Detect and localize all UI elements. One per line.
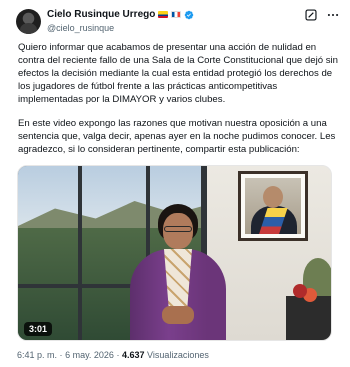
flowers	[293, 284, 307, 298]
video-duration-badge: 3:01	[24, 322, 53, 336]
tweet-date[interactable]: 6 may. 2026	[65, 350, 114, 360]
plant	[303, 258, 331, 300]
avatar[interactable]	[16, 9, 41, 34]
tweet-text-paragraph-2: En este video expongo las razones que mo…	[18, 118, 336, 156]
verified-badge-icon	[185, 10, 194, 19]
views-label: Visualizaciones	[147, 350, 209, 360]
views-count: 4.637	[121, 350, 145, 360]
grok-icon[interactable]	[304, 8, 318, 22]
speaker-hands	[162, 306, 194, 324]
meta-separator: ·	[116, 350, 120, 360]
video-player[interactable]	[17, 165, 332, 341]
colombia-flag-icon	[158, 11, 169, 18]
tweet-card: Cielo Rusinque Urrego @cielo_rusinque Qu…	[0, 0, 350, 367]
window-frame	[78, 166, 82, 340]
author-name[interactable]: Cielo Rusinque Urrego	[47, 9, 155, 20]
tweet-meta: 6:41 p. m. · 6 may. 2026 · 4.637 Visuali…	[17, 350, 209, 360]
author-handle[interactable]: @cielo_rusinque	[47, 23, 114, 33]
author-name-row: Cielo Rusinque Urrego	[47, 9, 194, 20]
tweet-text-paragraph-1: Quiero informar que acabamos de presenta…	[18, 42, 338, 106]
tweet-time[interactable]: 6:41 p. m.	[17, 350, 57, 360]
meta-separator: ·	[59, 350, 63, 360]
framed-portrait	[238, 171, 308, 241]
france-flag-icon	[171, 11, 182, 18]
shelf	[286, 296, 331, 340]
speaker-glasses	[164, 226, 192, 232]
more-options-icon[interactable]	[326, 8, 340, 22]
